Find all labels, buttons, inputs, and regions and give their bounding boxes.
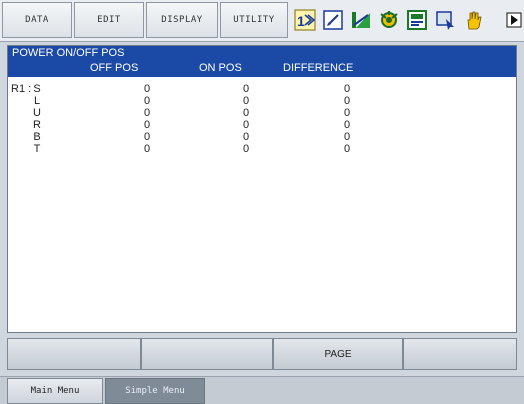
- axis-label: B: [33, 131, 41, 143]
- panel-title: POWER ON/OFF POS: [12, 47, 125, 59]
- difference-value: 0: [343, 131, 351, 143]
- off-pos-value: 0: [143, 107, 151, 119]
- function-key-1[interactable]: [7, 338, 141, 370]
- table-row[interactable]: R 0 0 0: [8, 119, 516, 133]
- screen: DATA EDIT DISPLAY UTILITY 1 POWER ON/OFF…: [0, 0, 524, 404]
- off-pos-value: 0: [143, 131, 151, 143]
- on-pos-value: 0: [242, 131, 250, 143]
- table-row[interactable]: U 0 0 0: [8, 107, 516, 121]
- off-pos-value: 0: [143, 119, 151, 131]
- table-row[interactable]: B 0 0 0: [8, 131, 516, 145]
- menu-data[interactable]: DATA: [2, 2, 72, 38]
- menu-utility[interactable]: UTILITY: [220, 2, 288, 38]
- top-menu-bar: DATA EDIT DISPLAY UTILITY 1: [0, 0, 524, 42]
- axis-label: U: [33, 107, 41, 119]
- robot-label: R1 :: [11, 83, 32, 95]
- status-icons: 1: [294, 4, 504, 36]
- edit-mode-icon[interactable]: [322, 9, 344, 31]
- svg-text:1: 1: [297, 13, 305, 29]
- cursor-icon[interactable]: [434, 9, 456, 31]
- menu-display[interactable]: DISPLAY: [146, 2, 218, 38]
- column-header-difference: DIFFERENCE: [283, 62, 354, 74]
- on-pos-value: 0: [242, 83, 250, 95]
- gear-icon[interactable]: [378, 9, 400, 31]
- difference-value: 0: [343, 107, 351, 119]
- axis-label: T: [33, 143, 41, 155]
- axis-label: L: [33, 95, 41, 107]
- difference-value: 0: [343, 83, 351, 95]
- bottom-tab-bar: Main Menu Simple Menu: [0, 376, 524, 404]
- axis-table: R1 : S 0 0 0 L 0 0 0 U 0 0 0 R 0 0 0 B 0…: [8, 83, 516, 157]
- arrow-right-icon[interactable]: [506, 12, 522, 28]
- speed-icon[interactable]: 1: [294, 9, 316, 31]
- chart-icon[interactable]: [350, 9, 372, 31]
- menu-edit[interactable]: EDIT: [74, 2, 144, 38]
- function-key-bar: PAGE: [7, 338, 517, 370]
- difference-value: 0: [343, 143, 351, 155]
- axis-label: S: [33, 83, 41, 95]
- program-icon[interactable]: [406, 9, 428, 31]
- on-pos-value: 0: [242, 143, 250, 155]
- table-row[interactable]: T 0 0 0: [8, 143, 516, 157]
- table-row[interactable]: L 0 0 0: [8, 95, 516, 109]
- hand-icon[interactable]: [462, 9, 484, 31]
- axis-label: R: [33, 119, 41, 131]
- function-key-4[interactable]: [403, 338, 517, 370]
- off-pos-value: 0: [143, 83, 151, 95]
- power-on-off-pos-panel: POWER ON/OFF POS OFF POS ON POS DIFFEREN…: [7, 45, 517, 333]
- table-row[interactable]: R1 : S 0 0 0: [8, 83, 516, 97]
- main-menu-tab[interactable]: Main Menu: [7, 378, 103, 404]
- simple-menu-tab[interactable]: Simple Menu: [105, 378, 205, 404]
- on-pos-value: 0: [242, 119, 250, 131]
- column-header-off-pos: OFF POS: [90, 62, 139, 74]
- difference-value: 0: [343, 95, 351, 107]
- page-button[interactable]: PAGE: [273, 338, 403, 370]
- off-pos-value: 0: [143, 143, 151, 155]
- on-pos-value: 0: [242, 107, 250, 119]
- function-key-2[interactable]: [141, 338, 273, 370]
- difference-value: 0: [343, 119, 351, 131]
- on-pos-value: 0: [242, 95, 250, 107]
- column-header-on-pos: ON POS: [199, 62, 242, 74]
- off-pos-value: 0: [143, 95, 151, 107]
- panel-header: POWER ON/OFF POS OFF POS ON POS DIFFEREN…: [8, 46, 516, 77]
